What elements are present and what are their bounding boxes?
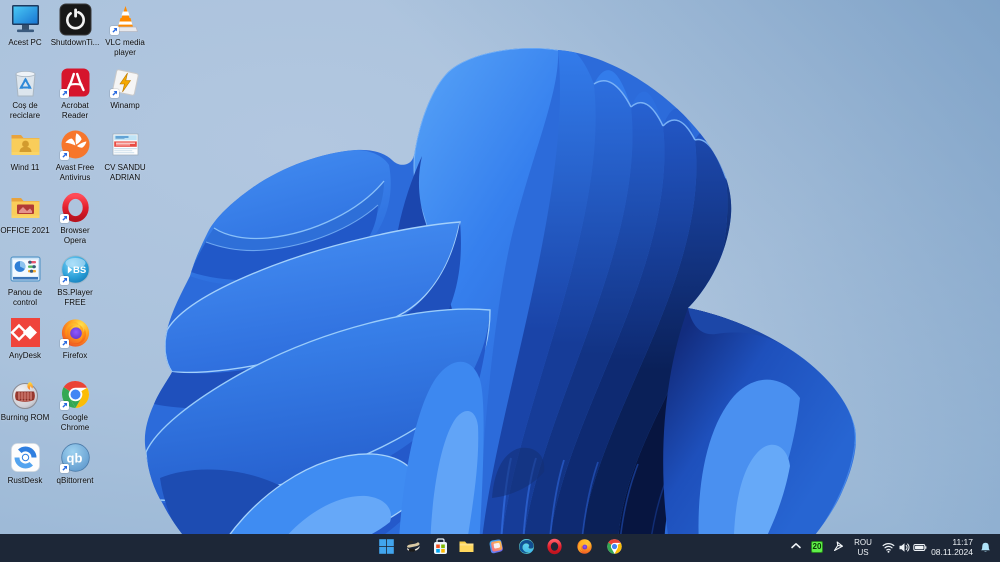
svg-text:BS: BS (73, 265, 86, 276)
